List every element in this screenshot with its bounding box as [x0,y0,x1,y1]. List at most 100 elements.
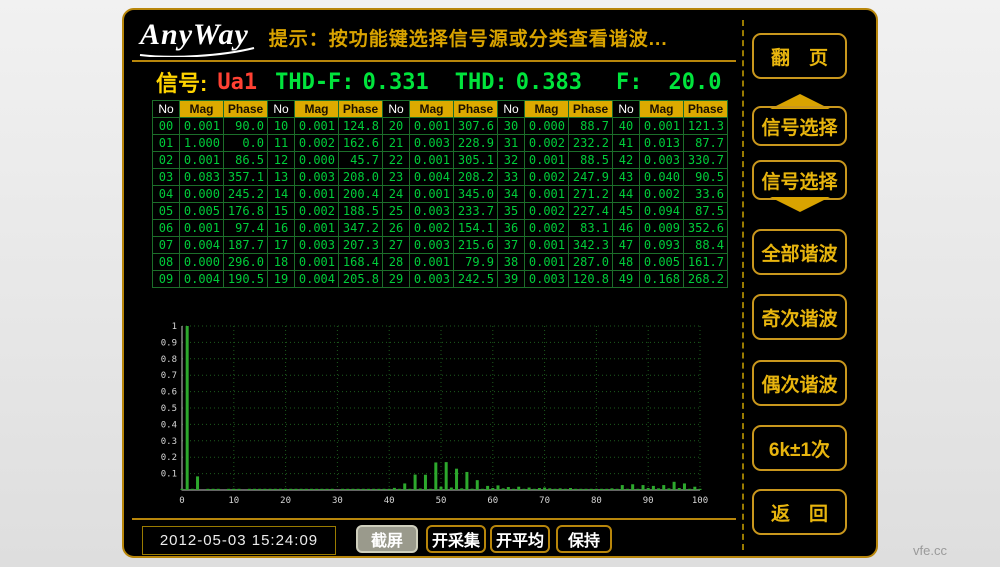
harmonics-table-wrap: NoMagPhaseNoMagPhaseNoMagPhaseNoMagPhase… [152,100,728,288]
col-header-no: No [498,101,525,118]
svg-text:60: 60 [487,496,498,506]
start-average-button[interactable]: 开平均 [490,525,550,553]
cell-no: 13 [268,169,295,186]
all-harmonics-button[interactable]: 全部谐波 [752,229,847,275]
cell-phase: 287.0 [569,254,613,271]
col-header-no: No [383,101,410,118]
cell-mag: 0.001 [525,186,569,203]
signal-select-down-button[interactable]: 信号选择 [752,160,847,212]
hold-button[interactable]: 保持 [556,525,612,553]
cell-mag: 0.001 [410,254,454,271]
cell-no: 02 [153,152,180,169]
start-capture-button[interactable]: 开采集 [426,525,486,553]
cell-no: 04 [153,186,180,203]
cell-phase: 33.6 [684,186,728,203]
cell-mag: 0.003 [640,152,684,169]
cell-mag: 0.001 [295,186,339,203]
cell-mag: 0.003 [295,169,339,186]
cell-mag: 0.003 [410,203,454,220]
col-header-no: No [613,101,640,118]
cell-phase: 87.7 [684,135,728,152]
cell-phase: 161.7 [684,254,728,271]
cell-phase: 227.4 [569,203,613,220]
start-average-button-label: 开平均 [496,527,544,551]
cell-mag: 0.004 [180,237,224,254]
cell-mag: 0.001 [295,118,339,135]
cell-mag: 0.004 [180,271,224,288]
cell-phase: 154.1 [454,220,498,237]
cell-phase: 307.6 [454,118,498,135]
cell-phase: 88.4 [684,237,728,254]
six-k-plus-minus-one-button[interactable]: 6k±1次 [752,425,847,471]
screenshot-button[interactable]: 截屏 [356,525,418,553]
cell-no: 36 [498,220,525,237]
cell-phase: 121.3 [684,118,728,135]
col-header-phase: Phase [684,101,728,118]
cell-no: 20 [383,118,410,135]
cell-mag: 0.001 [295,254,339,271]
table-row: 030.083357.1130.003208.0230.004208.2330.… [153,169,728,186]
page-turn-button[interactable]: 翻 页 [752,33,847,79]
cell-mag: 0.001 [640,118,684,135]
cell-phase: 352.6 [684,220,728,237]
cell-mag: 0.000 [295,152,339,169]
cell-no: 38 [498,254,525,271]
cell-phase: 268.2 [684,271,728,288]
table-row: 040.000245.2140.001200.4240.001345.0340.… [153,186,728,203]
arrow-down-icon [770,197,830,212]
svg-text:30: 30 [332,496,343,506]
cell-phase: 345.0 [454,186,498,203]
cell-mag: 0.003 [410,237,454,254]
cell-mag: 0.002 [295,203,339,220]
cell-phase: 242.5 [454,271,498,288]
odd-harmonics-button-label: 奇次谐波 [761,304,837,331]
hint-text: 提示：按功能键选择信号源或分类查看谐波... [269,24,668,51]
cell-phase: 87.5 [684,203,728,220]
screenshot-button-label: 截屏 [371,527,403,551]
six-k-plus-minus-one-button-label: 6k±1次 [769,435,830,462]
cell-mag: 0.001 [410,118,454,135]
cell-mag: 0.002 [525,169,569,186]
cell-no: 19 [268,271,295,288]
cell-mag: 0.001 [410,186,454,203]
cell-no: 23 [383,169,410,186]
cell-mag: 0.002 [295,135,339,152]
cell-phase: 233.7 [454,203,498,220]
cell-phase: 190.5 [224,271,268,288]
cell-mag: 0.002 [525,135,569,152]
freq-label: F: [616,70,643,95]
cell-mag: 0.000 [525,118,569,135]
svg-text:10: 10 [228,496,239,506]
cell-mag: 0.000 [180,186,224,203]
svg-text:0.6: 0.6 [161,388,177,398]
cell-no: 24 [383,186,410,203]
odd-harmonics-button[interactable]: 奇次谐波 [752,294,847,340]
cell-phase: 342.3 [569,237,613,254]
cell-mag: 0.002 [410,220,454,237]
cell-phase: 205.8 [339,271,383,288]
even-harmonics-button[interactable]: 偶次谐波 [752,360,847,406]
table-row: 020.00186.5120.00045.7220.001305.1320.00… [153,152,728,169]
cell-no: 31 [498,135,525,152]
header-divider [132,60,736,62]
col-header-mag: Mag [640,101,684,118]
cell-phase: 0.0 [224,135,268,152]
cell-no: 47 [613,237,640,254]
cell-phase: 305.1 [454,152,498,169]
cell-phase: 45.7 [339,152,383,169]
logo-swoosh-icon [138,47,256,57]
back-button[interactable]: 返 回 [752,489,847,535]
cell-mag: 0.003 [410,135,454,152]
signal-select-up-button[interactable]: 信号选择 [752,94,847,146]
cell-mag: 1.000 [180,135,224,152]
even-harmonics-button-label: 偶次谐波 [761,370,837,397]
cell-phase: 245.2 [224,186,268,203]
cell-mag: 0.002 [640,186,684,203]
cell-phase: 207.3 [339,237,383,254]
cell-phase: 232.2 [569,135,613,152]
footer-divider [132,518,736,520]
svg-text:90: 90 [643,496,654,506]
cell-mag: 0.040 [640,169,684,186]
col-header-no: No [268,101,295,118]
cell-no: 09 [153,271,180,288]
